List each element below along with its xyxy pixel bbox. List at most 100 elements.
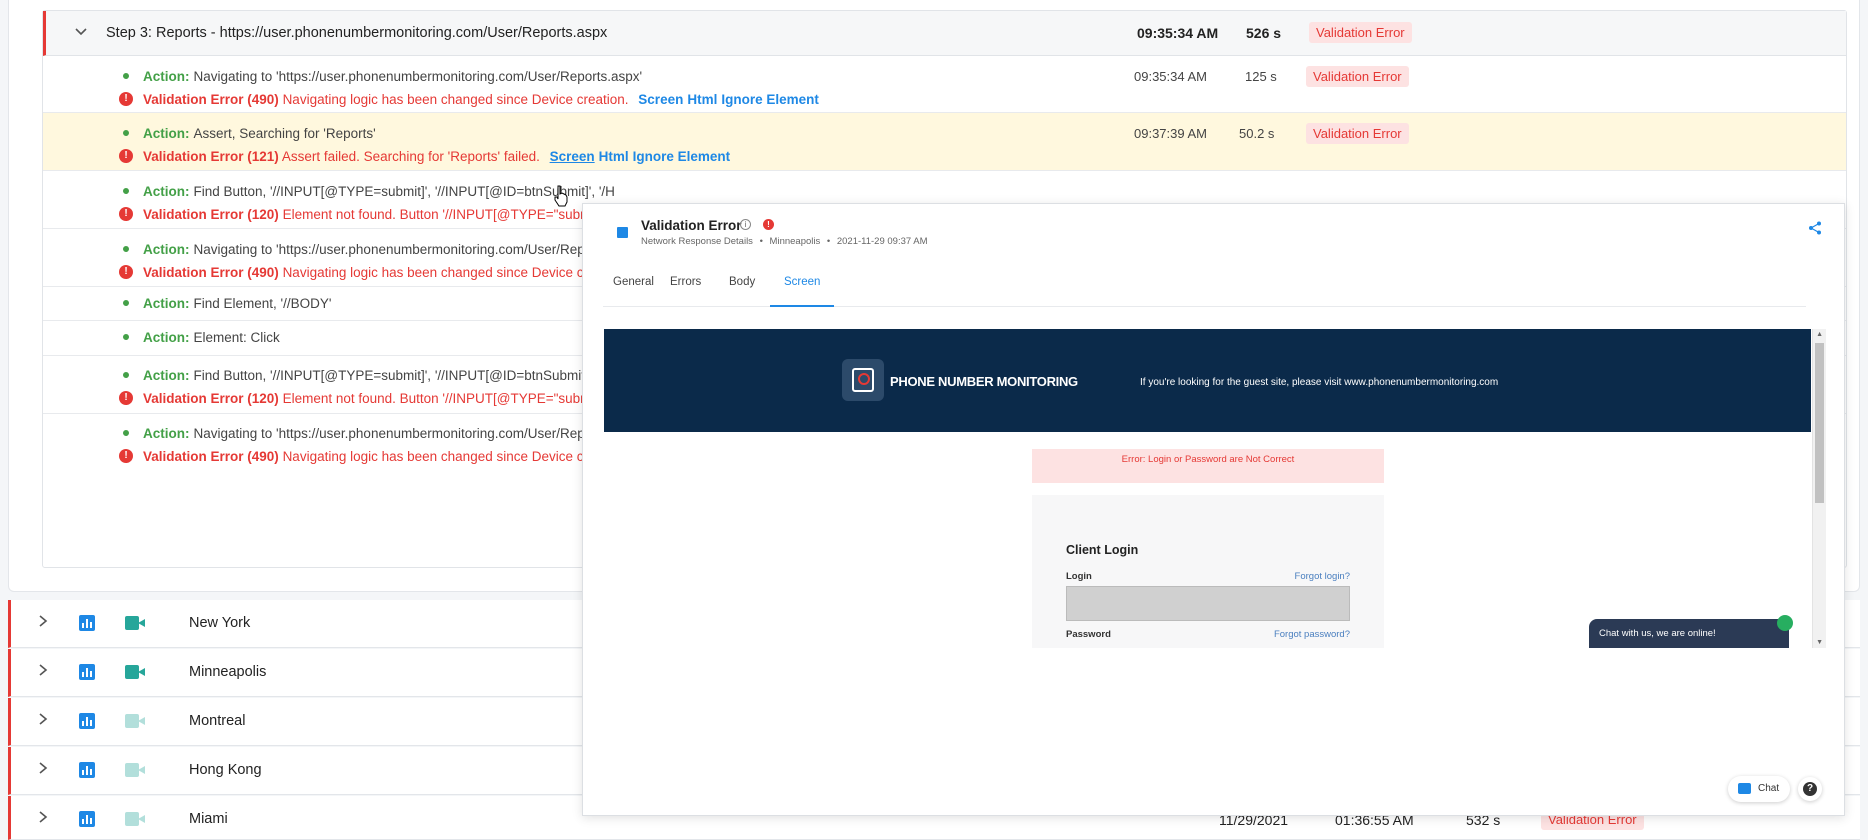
- action-text: Navigating to 'https://user.phonenumberm…: [193, 242, 597, 257]
- popup-sub-separator: •: [759, 236, 763, 247]
- chart-icon: [617, 227, 628, 238]
- forgot-login-link: Forgot login?: [1294, 571, 1350, 582]
- error-code: Validation Error (120): [143, 207, 279, 222]
- status-badge: Validation Error: [1306, 66, 1409, 87]
- action-text: Find Button, '//INPUT[@TYPE=submit]', '/…: [193, 368, 615, 383]
- success-dot-icon: [123, 246, 129, 253]
- chart-icon[interactable]: [79, 615, 95, 631]
- action-label: Action:: [143, 426, 190, 441]
- login-label: Login: [1066, 571, 1092, 582]
- success-dot-icon: [123, 130, 129, 137]
- tab-errors[interactable]: Errors: [670, 276, 701, 288]
- tab-screen[interactable]: Screen: [784, 276, 820, 288]
- banner-message: If you're looking for the guest site, pl…: [1140, 377, 1499, 388]
- tab-general[interactable]: General: [613, 276, 654, 288]
- error-code: Validation Error (120): [143, 391, 279, 406]
- error-code: Validation Error (490): [143, 449, 279, 464]
- chart-icon[interactable]: [79, 762, 95, 778]
- error-icon: !: [119, 207, 133, 222]
- chart-icon[interactable]: [79, 811, 95, 827]
- popup-sub-location: Minneapolis: [769, 236, 821, 247]
- action-label: Action:: [143, 330, 190, 345]
- online-status-dot: [1777, 615, 1793, 631]
- error-text: Navigating logic has been changed since …: [282, 265, 618, 280]
- chevron-right-icon[interactable]: [37, 663, 49, 680]
- brand-name: PHONE NUMBER MONITORING: [890, 374, 1078, 389]
- error-icon: !: [119, 265, 133, 280]
- login-error-message: Error: Login or Password are Not Correct: [1032, 449, 1384, 483]
- screen-link[interactable]: Screen: [638, 92, 683, 107]
- chevron-right-icon[interactable]: [37, 761, 49, 778]
- forgot-password-link: Forgot password?: [1273, 629, 1350, 640]
- popup-sub-datetime: 2021-11-29 09:37 AM: [836, 236, 928, 247]
- video-camera-icon[interactable]: [125, 714, 147, 728]
- scroll-down-arrow-icon[interactable]: ▼: [1816, 639, 1823, 646]
- video-camera-icon[interactable]: [125, 665, 147, 679]
- validation-error-popup: Validation Error i ! Network Response De…: [582, 203, 1845, 816]
- popup-tabs: General Errors Body Screen: [603, 262, 1806, 307]
- share-icon[interactable]: [1808, 221, 1822, 239]
- screen-capture: PHONE NUMBER MONITORING If you're lookin…: [604, 329, 1826, 648]
- location-name: Hong Kong: [189, 762, 262, 778]
- error-text: Navigating logic has been changed since …: [282, 449, 618, 464]
- location-name: Minneapolis: [189, 664, 267, 680]
- login-input: [1066, 586, 1350, 621]
- action-line: Action: Find Element, '//BODY': [123, 296, 331, 311]
- action-label: Action:: [143, 242, 190, 257]
- chat-label: Chat: [1758, 783, 1780, 794]
- html-link[interactable]: Html: [687, 92, 717, 107]
- chart-icon[interactable]: [79, 664, 95, 680]
- ignore-element-link[interactable]: Ignore Element: [721, 92, 819, 107]
- help-button[interactable]: ?: [1798, 777, 1822, 801]
- scroll-up-arrow-icon[interactable]: ▲: [1816, 331, 1823, 338]
- chevron-right-icon[interactable]: [37, 614, 49, 631]
- success-dot-icon: [123, 430, 129, 437]
- status-badge: Validation Error: [1309, 22, 1412, 43]
- action-line: Action: Find Button, '//INPUT[@TYPE=submi…: [123, 368, 615, 383]
- action-text: Navigating to 'https://user.phonenumberm…: [193, 426, 597, 441]
- popup-sub-type: Network Response Details: [641, 236, 753, 247]
- success-dot-icon: [123, 188, 129, 195]
- success-dot-icon: [123, 334, 129, 341]
- hand-cursor-icon: [553, 185, 569, 207]
- action-time: 09:37:39 AM: [1134, 126, 1207, 141]
- password-label: Password: [1066, 629, 1111, 640]
- location-name: Montreal: [189, 713, 246, 729]
- page: Step 3: Reports - https://user.phonenumb…: [0, 0, 1868, 840]
- success-dot-icon: [123, 73, 129, 80]
- error-line: ! Validation Error (120) Element not foun…: [119, 391, 613, 406]
- error-line: ! Validation Error (490) Navigating logic…: [119, 449, 617, 464]
- step-header[interactable]: Step 3: Reports - https://user.phonenumb…: [43, 11, 1846, 56]
- error-text: Navigating logic has been changed since …: [282, 92, 629, 107]
- screen-scrollbar[interactable]: ▲ ▼: [1812, 329, 1826, 648]
- info-icon[interactable]: i: [740, 219, 751, 230]
- chevron-right-icon[interactable]: [37, 712, 49, 729]
- ignore-element-link[interactable]: Ignore Element: [633, 149, 731, 164]
- error-icon: !: [119, 391, 133, 406]
- chart-icon[interactable]: [79, 713, 95, 729]
- error-line: ! Validation Error (120) Element not foun…: [119, 207, 613, 222]
- active-tab-indicator: [770, 305, 834, 307]
- action-label: Action:: [143, 69, 190, 84]
- action-line: Action: Navigating to 'https://user.phone…: [123, 426, 597, 441]
- action-text: Navigating to 'https://user.phonenumberm…: [193, 69, 643, 84]
- scroll-thumb[interactable]: [1815, 343, 1824, 503]
- html-link[interactable]: Html: [599, 149, 629, 164]
- video-camera-icon[interactable]: [125, 616, 147, 630]
- error-line: ! Validation Error (490) Navigating logic…: [119, 265, 617, 280]
- action-line: Action: Navigating to 'https://user.phone…: [123, 242, 597, 257]
- location-name: Miami: [189, 811, 228, 827]
- chat-icon: [1738, 783, 1751, 794]
- action-row: Action: Navigating to 'https://user.phone…: [43, 56, 1846, 113]
- error-text: Element not found. Button '//INPUT[@TYPE…: [282, 207, 614, 222]
- video-camera-icon[interactable]: [125, 812, 147, 826]
- chevron-right-icon[interactable]: [37, 810, 49, 827]
- chat-button[interactable]: Chat: [1728, 776, 1790, 802]
- login-card: Client Login Login Forgot login? Passwor…: [1032, 495, 1384, 648]
- screen-link[interactable]: Screen: [550, 149, 595, 164]
- video-camera-icon[interactable]: [125, 763, 147, 777]
- action-line: Action: Assert, Searching for 'Reports': [123, 126, 376, 141]
- step-title: Step 3: Reports - https://user.phonenumb…: [106, 25, 608, 41]
- tab-body[interactable]: Body: [729, 276, 755, 288]
- chevron-down-icon[interactable]: [74, 24, 90, 40]
